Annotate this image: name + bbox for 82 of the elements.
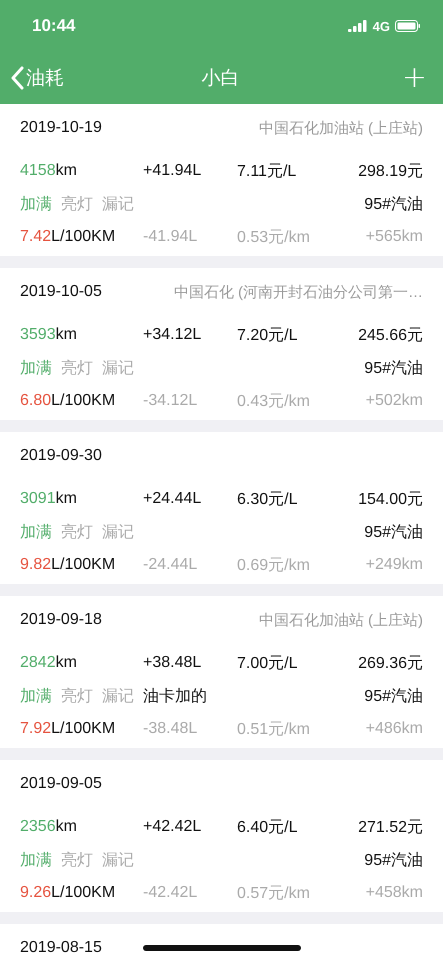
status-tag: 加满 bbox=[20, 522, 52, 542]
record-card[interactable]: 2019-10-05 中国石化 (河南开封石油分公司第一… 3593km +34.12L 7.20元/L 245.66元 加满 亮灯 漏记 95#汽油 6.80L/100KM -34.12L 0.43元/km +502km bbox=[0, 268, 443, 420]
fuel-amount: 298.19元 bbox=[358, 162, 423, 182]
fuel-amount: 269.36元 bbox=[358, 654, 423, 674]
distance: +486km bbox=[366, 720, 423, 738]
status-tag: 漏记 bbox=[102, 686, 134, 706]
status-tag: 亮灯 bbox=[61, 194, 93, 214]
distance: +249km bbox=[366, 556, 423, 574]
odometer-reading: 3091km bbox=[20, 490, 78, 508]
record-date: 2019-09-18 bbox=[20, 611, 102, 629]
status-tag: 加满 bbox=[20, 850, 52, 870]
unit-price: 7.11元/L bbox=[237, 162, 298, 182]
fuel-type: 95#汽油 bbox=[364, 686, 423, 706]
fuel-amount: 271.52元 bbox=[358, 818, 423, 838]
fuel-type: 95#汽油 bbox=[364, 850, 423, 870]
odometer-reading: 4158km bbox=[20, 162, 78, 180]
status-time: 10:44 bbox=[32, 16, 76, 36]
back-icon bbox=[10, 66, 24, 90]
distance: +502km bbox=[366, 392, 423, 410]
odometer-reading: 3593km bbox=[20, 326, 78, 344]
status-tag: 亮灯 bbox=[61, 522, 93, 542]
record-note: 油卡加的 bbox=[143, 686, 208, 706]
fuel-consumption: 7.92L/100KM bbox=[20, 720, 116, 738]
fuel-consumption: 7.42L/100KM bbox=[20, 228, 116, 246]
fuel-type: 95#汽油 bbox=[364, 522, 423, 542]
cost-per-km: 0.69元/km bbox=[237, 556, 311, 576]
station-name: 中国石化 (河南开封石油分公司第一… bbox=[174, 282, 423, 302]
fuel-volume: +38.48L bbox=[143, 654, 202, 672]
status-tag: 亮灯 bbox=[61, 358, 93, 378]
unit-price: 6.30元/L bbox=[237, 490, 298, 510]
record-date: 2019-10-05 bbox=[20, 283, 102, 301]
distance: +458km bbox=[366, 884, 423, 902]
fuel-used: -24.44L bbox=[143, 556, 198, 574]
record-card[interactable]: 2019-08-15 bbox=[0, 924, 443, 960]
fuel-amount: 245.66元 bbox=[358, 326, 423, 346]
station-name: 中国石化加油站 (上庄站) bbox=[258, 610, 423, 630]
fuel-consumption: 9.82L/100KM bbox=[20, 556, 116, 574]
battery-icon bbox=[395, 20, 421, 32]
fuel-used: -34.12L bbox=[143, 392, 198, 410]
fuel-volume: +34.12L bbox=[143, 326, 202, 344]
cost-per-km: 0.53元/km bbox=[237, 228, 311, 248]
unit-price: 7.20元/L bbox=[237, 326, 298, 346]
status-tag: 加满 bbox=[20, 686, 52, 706]
record-card[interactable]: 2019-10-19 中国石化加油站 (上庄站) 4158km +41.94L 7.11元/L 298.19元 加满 亮灯 漏记 95#汽油 7.42L/100KM -41.94L 0.53元/km +565km bbox=[0, 104, 443, 256]
record-date: 2019-08-15 bbox=[20, 939, 102, 957]
status-tag: 漏记 bbox=[102, 358, 134, 378]
cost-per-km: 0.57元/km bbox=[237, 884, 311, 904]
record-card[interactable]: 2019-09-18 中国石化加油站 (上庄站) 2842km +38.48L 7.00元/L 269.36元 加满 亮灯 漏记 油卡加的 95#汽油 7.92L/100KM -38.48L 0.51元/km +486km bbox=[0, 596, 443, 748]
unit-price: 7.00元/L bbox=[237, 654, 298, 674]
network-type: 4G bbox=[372, 18, 390, 34]
fuel-used: -41.94L bbox=[143, 228, 198, 246]
status-tag: 加满 bbox=[20, 194, 52, 214]
record-date: 2019-09-30 bbox=[20, 447, 102, 465]
distance: +565km bbox=[366, 228, 423, 246]
fuel-type: 95#汽油 bbox=[364, 194, 423, 214]
fuel-consumption: 9.26L/100KM bbox=[20, 884, 116, 902]
page-title: 小白 bbox=[202, 67, 240, 91]
status-tag: 加满 bbox=[20, 358, 52, 378]
cost-per-km: 0.43元/km bbox=[237, 392, 311, 412]
record-card[interactable]: 2019-09-05 2356km +42.42L 6.40元/L 271.52元 加满 亮灯 漏记 95#汽油 9.26L/100KM -42.42L 0.57元/km +458km bbox=[0, 760, 443, 912]
status-tag: 漏记 bbox=[102, 194, 134, 214]
odometer-reading: 2356km bbox=[20, 818, 78, 836]
fuel-volume: +42.42L bbox=[143, 818, 202, 836]
status-tag: 亮灯 bbox=[61, 686, 93, 706]
fuel-volume: +41.94L bbox=[143, 162, 202, 180]
signal-icon bbox=[348, 20, 368, 32]
cost-per-km: 0.51元/km bbox=[237, 720, 311, 740]
record-date: 2019-09-05 bbox=[20, 775, 102, 793]
fuel-consumption: 6.80L/100KM bbox=[20, 392, 116, 410]
record-date: 2019-10-19 bbox=[20, 119, 102, 137]
unit-price: 6.40元/L bbox=[237, 818, 298, 838]
status-tag: 漏记 bbox=[102, 522, 134, 542]
fuel-volume: +24.44L bbox=[143, 490, 202, 508]
fuel-used: -38.48L bbox=[143, 720, 198, 738]
fuel-amount: 154.00元 bbox=[358, 490, 423, 510]
record-card[interactable]: 2019-09-30 3091km +24.44L 6.30元/L 154.00元 加满 亮灯 漏记 95#汽油 9.82L/100KM -24.44L 0.69元/km +249km bbox=[0, 432, 443, 584]
status-tag: 漏记 bbox=[102, 850, 134, 870]
fuel-used: -42.42L bbox=[143, 884, 198, 902]
fuel-type: 95#汽油 bbox=[364, 358, 423, 378]
status-tag: 亮灯 bbox=[61, 850, 93, 870]
station-name: 中国石化加油站 (上庄站) bbox=[258, 118, 423, 138]
odometer-reading: 2842km bbox=[20, 654, 78, 672]
